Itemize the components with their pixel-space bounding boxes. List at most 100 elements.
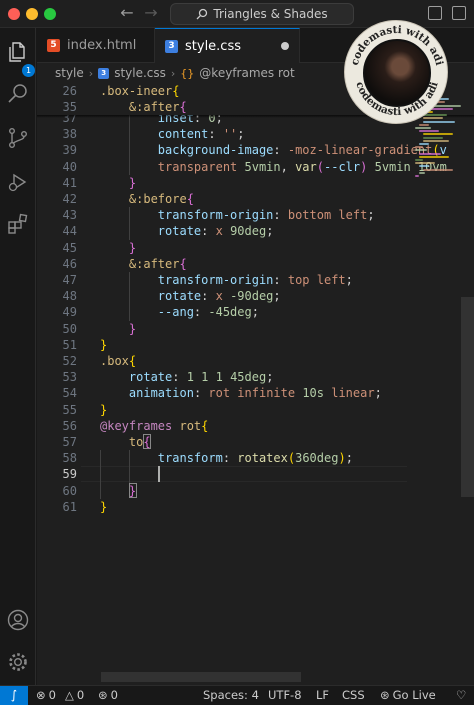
code-line[interactable]: 44 rotate: x 90deg; [37, 223, 407, 239]
code-token: rotate [128, 370, 173, 385]
error-icon: ⊗ [36, 688, 46, 702]
line-number: 44 [62, 224, 77, 239]
search-icon[interactable] [6, 82, 30, 106]
code-line[interactable]: 56 @keyframes rot{ [37, 418, 407, 434]
code-token: transform-origin [157, 273, 274, 287]
ports-indicator[interactable]: ⊛ 0 [98, 686, 118, 705]
code-token: --clr [324, 159, 361, 174]
account-icon[interactable] [6, 608, 30, 632]
code-line[interactable]: 59 [37, 466, 407, 482]
code-line[interactable]: 61} [37, 499, 407, 515]
code-token: ; [374, 386, 382, 401]
vertical-scrollbar[interactable] [461, 297, 474, 497]
code-token: ( [287, 451, 296, 466]
code-line[interactable]: 58 transform: rotatex(360deg); [37, 450, 407, 466]
eol-indicator[interactable]: LF [316, 686, 329, 705]
settings-gear-icon[interactable] [6, 650, 30, 674]
code-line[interactable]: 50 } [37, 321, 407, 337]
command-center[interactable]: Triangles & Shades [170, 3, 354, 25]
code-line[interactable]: 48 rotate: x -90deg; [37, 288, 407, 304]
extensions-icon[interactable] [6, 212, 30, 236]
close-window-button[interactable] [8, 8, 20, 20]
code-token: { [172, 84, 180, 98]
code-line[interactable]: 53 rotate: 1 1 1 45deg; [37, 369, 407, 385]
code-token: ; [345, 273, 353, 287]
line-number: 59 [62, 467, 77, 482]
code-line[interactable]: 52 .box{ [37, 353, 407, 369]
code-text: transform-origin: top left; [100, 272, 353, 288]
line-number: 46 [62, 256, 77, 271]
run-debug-icon[interactable] [6, 170, 30, 194]
language-indicator[interactable]: CSS [342, 686, 365, 705]
tab-index-html[interactable]: 5 index.html [37, 28, 155, 63]
notifications-bell-icon[interactable]: ♡ [456, 686, 466, 705]
code-line[interactable]: 55} [37, 402, 407, 418]
code-line[interactable]: 45 } [37, 240, 407, 256]
code-line[interactable]: 42 &:before{ [37, 191, 407, 207]
unsaved-dot-icon[interactable] [281, 42, 289, 50]
code-line[interactable]: 41 } [37, 175, 407, 191]
tab-style-css[interactable]: 3 style.css [155, 28, 300, 63]
code-text: content: ''; [100, 126, 245, 142]
breadcrumb-symbol[interactable]: @keyframes rot [199, 66, 294, 80]
minimap-line [419, 143, 429, 145]
code-line[interactable]: 51} [37, 337, 407, 353]
back-arrow-icon[interactable]: ← [118, 3, 136, 22]
code-token: .box [100, 354, 129, 368]
line-number: 55 [62, 402, 77, 417]
problems-indicator[interactable]: ⊗ 0 △ 0 [36, 686, 84, 705]
code-line[interactable]: 38 content: ''; [37, 126, 407, 142]
minimap-line [415, 159, 423, 161]
forward-arrow-icon[interactable]: → [142, 3, 160, 22]
code-line[interactable]: 40 transparent 5vmin, var(--clr) 5vmin 1… [37, 159, 447, 175]
maximize-window-button[interactable] [44, 8, 56, 20]
horizontal-scrollbar[interactable] [101, 672, 301, 682]
code-line[interactable]: 47 transform-origin: top left; [37, 272, 407, 288]
encoding-indicator[interactable]: UTF-8 [268, 686, 302, 705]
go-live-button[interactable]: ⊛ Go Live [380, 686, 436, 705]
broadcast-icon: ⊛ [98, 688, 108, 702]
minimap[interactable] [409, 83, 461, 685]
toggle-sidebar-icon[interactable] [452, 6, 466, 20]
code-editor[interactable]: 37 inset: 0; 38 content: ''; 39 background… [37, 83, 474, 685]
code-line[interactable]: 60 } [37, 483, 407, 499]
minimap-line [415, 146, 423, 149]
code-line[interactable]: 54 animation: rot infinite 10s linear; [37, 385, 407, 401]
code-token: } [128, 240, 137, 255]
code-text: &:after{ [100, 256, 187, 272]
code-token: var [295, 159, 317, 174]
line-number: 51 [62, 337, 77, 352]
explorer-icon[interactable]: 1 [6, 40, 35, 77]
indentation-indicator[interactable]: Spaces: 4 [203, 686, 259, 705]
line-number: 41 [62, 175, 77, 190]
source-control-icon[interactable] [6, 126, 30, 150]
line-number: 40 [62, 159, 77, 174]
code-token: ; [237, 127, 245, 142]
code-token: -90deg [230, 289, 274, 304]
code-line[interactable]: 46 &:after{ [37, 256, 407, 272]
line-number: 61 [62, 499, 77, 514]
code-token: : [273, 273, 288, 287]
code-token: : [193, 305, 209, 320]
code-text: } [100, 175, 136, 191]
minimap-line [415, 162, 435, 165]
toggle-panel-icon[interactable] [428, 6, 442, 20]
code-line[interactable]: 57 to{ [37, 434, 407, 450]
code-line[interactable]: 49 --ang: -45deg; [37, 304, 407, 320]
minimap-line [419, 152, 441, 155]
code-line[interactable]: 43 transform-origin: bottom left; [37, 207, 407, 223]
code-token: } [100, 337, 108, 352]
code-token: { [201, 418, 209, 433]
breadcrumb-file[interactable]: style.css [114, 66, 166, 80]
breadcrumb-folder[interactable]: style [55, 66, 84, 80]
code-token: ; [273, 289, 281, 304]
minimize-window-button[interactable] [26, 8, 38, 20]
code-token: ) [338, 451, 346, 466]
code-token: @keyframes [100, 418, 180, 433]
remote-indicator-icon[interactable]: ∫ [0, 686, 28, 705]
code-line[interactable]: 39 background-image: -moz-linear-gradien… [37, 142, 447, 158]
code-token: -45deg [208, 305, 252, 320]
code-text: animation: rot infinite 10s linear; [100, 385, 382, 401]
code-token: } [100, 402, 108, 417]
